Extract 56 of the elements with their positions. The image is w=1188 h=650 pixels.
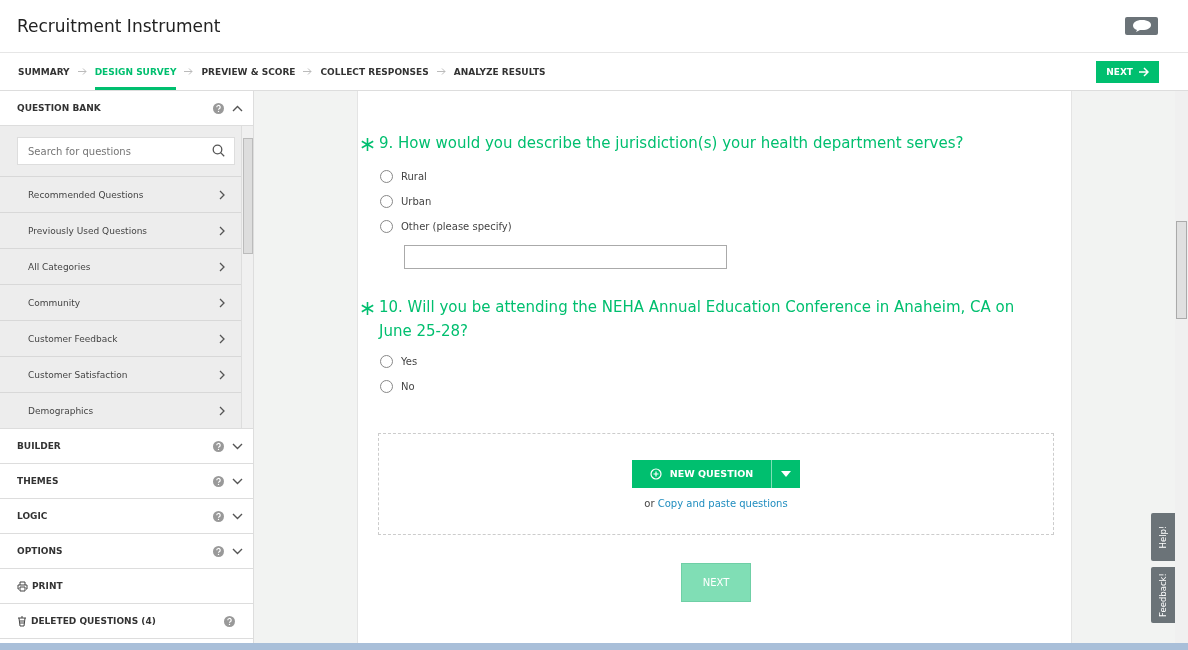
help-icon[interactable] (224, 615, 235, 627)
arrow-right-icon (1138, 66, 1149, 77)
option-label: Other (please specify) (401, 221, 512, 232)
step-tab[interactable]: ANALYZE RESULTS (453, 53, 546, 90)
scrollbar[interactable] (241, 126, 253, 428)
speech-bubble-icon (1130, 19, 1153, 33)
chevron-right-icon (219, 225, 225, 236)
survey-title: Recruitment Instrument (17, 16, 221, 36)
chevron-icon[interactable] (232, 442, 243, 450)
option-label: Rural (401, 171, 427, 182)
copy-paste-link[interactable]: Copy and paste questions (657, 497, 788, 509)
arrow-icon (436, 68, 446, 75)
option-label: Urban (401, 196, 432, 207)
help-icon[interactable] (213, 545, 224, 557)
chevron-icon[interactable] (232, 104, 243, 112)
search-field[interactable]: Search for questions (17, 137, 235, 165)
plus-circle-icon (649, 467, 662, 480)
search-icon (212, 144, 225, 157)
chevron-right-icon (219, 297, 225, 308)
or-text: or (644, 497, 655, 509)
page-scrollbar[interactable] (1175, 91, 1188, 643)
option-label: No (401, 381, 415, 392)
question-text: 10. Will you be attending the NEHA Annual Education Conference in Anaheim, CA on June 25-28? (379, 297, 1016, 342)
step-tab[interactable]: PREVIEW & SCORE (201, 53, 296, 90)
trash-icon (17, 615, 27, 627)
panel-header[interactable]: LOGIC (0, 499, 253, 534)
panel-header[interactable]: THEMES (0, 464, 253, 499)
input-field[interactable] (404, 245, 727, 269)
help-icon[interactable] (213, 440, 224, 452)
side-tab[interactable]: Help! (1151, 513, 1175, 561)
chevron-right-icon (219, 405, 225, 416)
arrow-icon (184, 68, 194, 75)
chevron-right-icon (219, 369, 225, 380)
help-icon[interactable] (213, 102, 224, 114)
caret-icon (781, 470, 792, 477)
help-icon[interactable] (213, 475, 224, 487)
chevron-right-icon (219, 261, 225, 272)
chevron-icon[interactable] (232, 477, 243, 485)
comment-button[interactable] (1125, 17, 1158, 35)
side-tab[interactable]: Feedback! (1151, 567, 1175, 623)
chevron-icon[interactable] (232, 512, 243, 520)
arrow-icon (303, 68, 313, 75)
step-tab[interactable]: SUMMARY (18, 53, 70, 90)
chevron-right-icon (219, 333, 225, 344)
panel-header[interactable]: PRINT (0, 569, 253, 604)
chevron-icon[interactable] (232, 547, 243, 555)
question-text: 9. How would you describe the jurisdiction(s) your health department serves? (379, 133, 964, 154)
panel-header[interactable]: BUILDER (0, 429, 253, 464)
arrow-icon (77, 68, 87, 75)
help-icon[interactable] (213, 510, 224, 522)
printer-icon (17, 580, 28, 592)
panel-header[interactable]: OPTIONS (0, 534, 253, 569)
panel-header[interactable]: DELETED QUESTIONS (4) (0, 604, 253, 639)
chevron-right-icon (219, 189, 225, 200)
step-tab[interactable]: COLLECT RESPONSES (320, 53, 429, 90)
option-label: Yes (401, 356, 418, 367)
